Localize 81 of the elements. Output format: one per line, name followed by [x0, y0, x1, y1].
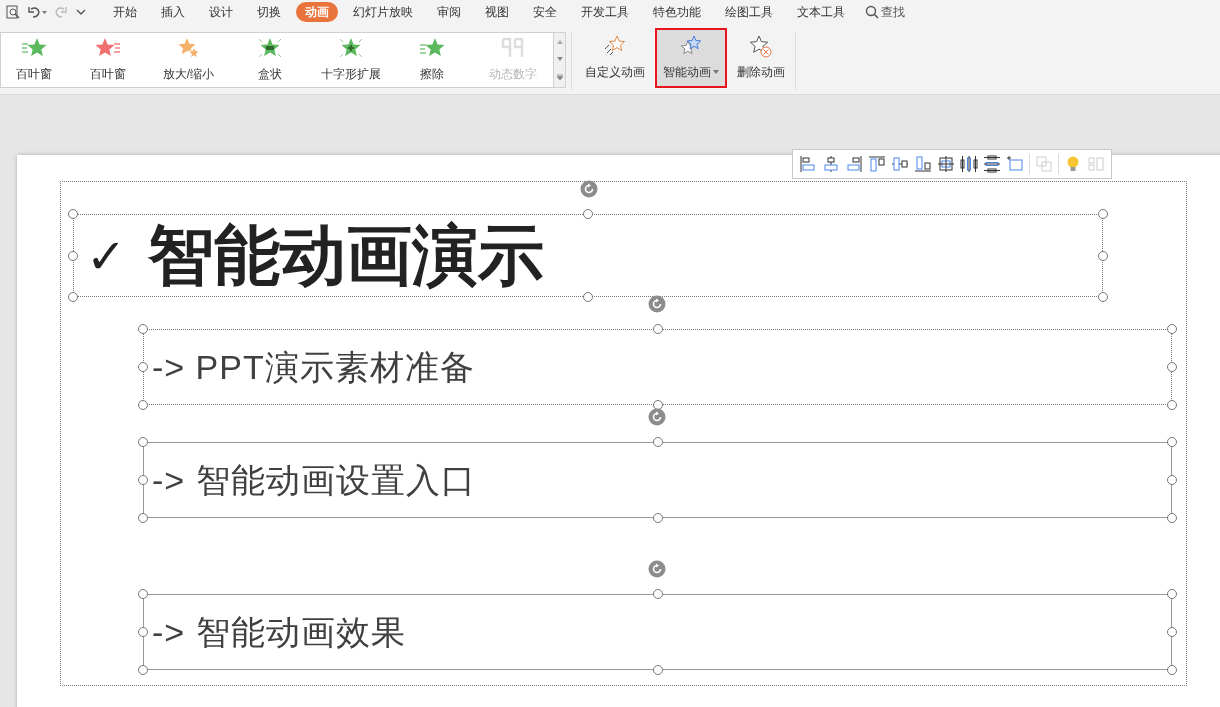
expand-gallery-icon[interactable] — [556, 74, 563, 81]
resize-handle[interactable] — [68, 250, 78, 261]
menu-tab[interactable]: 开发工具 — [572, 2, 638, 22]
animation-effect[interactable]: 百叶窗 — [1, 33, 67, 87]
scroll-down-icon[interactable] — [556, 57, 563, 61]
align-middle-icon[interactable] — [891, 155, 909, 173]
resize-handle[interactable] — [138, 362, 148, 372]
distribute-vertical-icon[interactable] — [983, 155, 1001, 173]
resize-handle[interactable] — [1098, 250, 1108, 261]
menu-tab[interactable]: 特色功能 — [644, 2, 710, 22]
resize-handle[interactable] — [138, 475, 148, 485]
resize-handle[interactable] — [652, 437, 663, 447]
animation-effect[interactable]: 擦除 — [391, 33, 472, 87]
resize-handle[interactable] — [1167, 324, 1177, 334]
menu-tab[interactable]: 幻灯片放映 — [344, 2, 422, 22]
animation-effect[interactable]: 放大/缩小 — [148, 33, 229, 87]
bullet-text: -> PPT演示素材准备 — [152, 346, 475, 388]
menu-tab[interactable]: 审阅 — [428, 2, 470, 22]
resize-handle[interactable] — [138, 324, 148, 334]
animation-effect[interactable]: 十字形扩展 — [310, 33, 391, 87]
resize-handle[interactable] — [138, 437, 148, 447]
rotate-handle[interactable] — [648, 295, 666, 313]
animation-effect[interactable]: 百叶窗 — [67, 33, 148, 87]
resize-handle[interactable] — [138, 665, 148, 675]
resize-handle[interactable] — [138, 513, 148, 523]
resize-handle[interactable] — [1098, 292, 1108, 302]
resize-handle[interactable] — [1167, 665, 1177, 675]
align-right-icon[interactable] — [845, 155, 863, 173]
gallery-scrollbar[interactable] — [553, 33, 565, 87]
menu-tab[interactable]: 文本工具 — [788, 2, 854, 22]
align-center-both-icon[interactable] — [937, 155, 955, 173]
resize-handle[interactable] — [652, 665, 663, 675]
star-delete-icon — [748, 35, 774, 59]
resize-handle[interactable] — [1167, 589, 1177, 599]
resize-handle[interactable] — [1167, 513, 1177, 523]
rotate-handle[interactable] — [648, 560, 666, 578]
rotate-handle[interactable] — [580, 180, 598, 198]
resize-handle[interactable] — [138, 400, 148, 410]
fit-slide-icon[interactable] — [1006, 155, 1024, 173]
resize-handle[interactable] — [1167, 400, 1177, 410]
align-top-icon[interactable] — [868, 155, 886, 173]
menu-tab[interactable]: 视图 — [476, 2, 518, 22]
resize-handle[interactable] — [68, 209, 78, 219]
caret-icon — [713, 70, 719, 74]
resize-handle[interactable] — [1167, 437, 1177, 447]
bullet-text: -> 智能动画效果 — [152, 611, 406, 653]
search-icon — [865, 5, 879, 19]
distribute-horizontal-icon[interactable] — [960, 155, 978, 173]
undo-icon[interactable] — [27, 5, 47, 19]
align-center-icon[interactable] — [822, 155, 840, 173]
menu-tab[interactable]: 绘图工具 — [716, 2, 782, 22]
check-mark: ✓ — [86, 226, 127, 286]
menu-tab[interactable]: 安全 — [524, 2, 566, 22]
resize-handle[interactable] — [583, 292, 593, 302]
resize-handle[interactable] — [1167, 627, 1177, 637]
resize-handle[interactable] — [652, 589, 663, 599]
print-preview-icon[interactable] — [6, 5, 20, 19]
resize-handle[interactable] — [68, 292, 78, 302]
resize-handle[interactable] — [1098, 209, 1108, 219]
bullet-text: -> 智能动画设置入口 — [152, 459, 476, 501]
menu-tab[interactable]: 切换 — [248, 2, 290, 22]
menu-tab[interactable]: 设计 — [200, 2, 242, 22]
resize-handle[interactable] — [138, 589, 148, 599]
rotate-handle[interactable] — [648, 408, 666, 426]
animation-button[interactable]: 删除动画 — [729, 28, 793, 88]
search-button[interactable]: 查找 — [865, 3, 905, 21]
menu-tab[interactable]: 开始 — [104, 2, 146, 22]
animation-button[interactable]: 智能动画 — [655, 28, 727, 88]
resize-handle[interactable] — [1167, 362, 1177, 372]
resize-handle[interactable] — [1167, 475, 1177, 485]
resize-handle[interactable] — [652, 513, 663, 523]
resize-handle[interactable] — [652, 324, 663, 334]
menu-tab[interactable]: 插入 — [152, 2, 194, 22]
align-left-icon[interactable] — [799, 155, 817, 173]
align-bottom-icon[interactable] — [914, 155, 932, 173]
resize-handle[interactable] — [138, 627, 148, 637]
animation-effect[interactable]: 盒状 — [229, 33, 310, 87]
slide-title: 智能动画演示 — [148, 217, 545, 294]
scroll-up-icon[interactable] — [556, 39, 563, 44]
resize-handle[interactable] — [583, 209, 593, 219]
animation-button[interactable]: 自定义动画 — [577, 28, 653, 88]
